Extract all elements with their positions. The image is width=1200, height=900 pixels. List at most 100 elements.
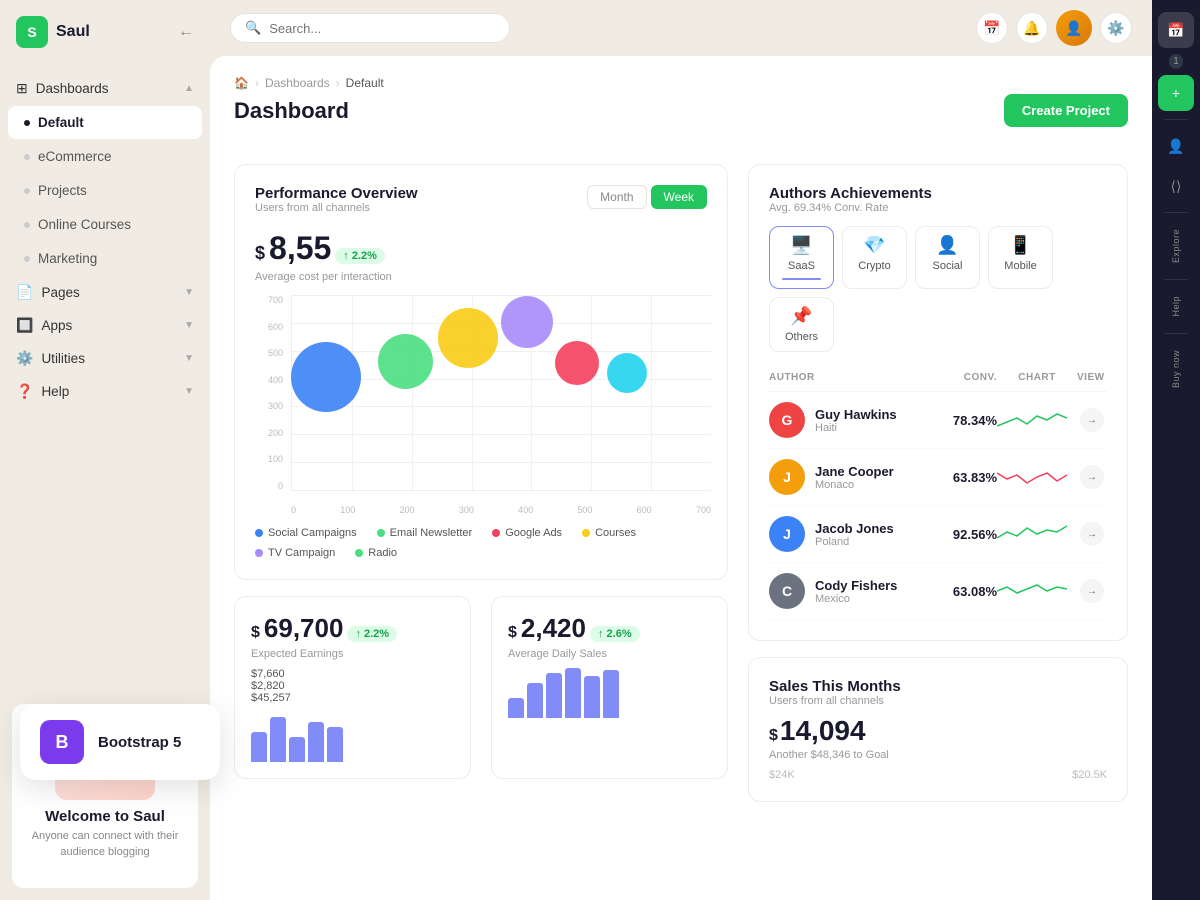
dashboards-icon: ⊞ — [16, 80, 28, 97]
right-bar-add[interactable]: + — [1158, 75, 1194, 111]
authors-sub: Avg. 69.34% Conv. Rate — [769, 202, 1107, 214]
bubble-yellow — [438, 308, 498, 368]
sales-bars — [508, 668, 711, 718]
chart-x-labels: 0100200300400500600700 — [291, 505, 711, 515]
sidebar-item-projects[interactable]: Projects — [8, 174, 202, 207]
sales-badge: ↑ 2.6% — [590, 626, 640, 642]
breadcrumb-home[interactable]: 🏠 — [234, 76, 249, 90]
right-bar-explore[interactable]: Explore — [1171, 221, 1181, 271]
view-btn-jacob[interactable]: → — [1080, 522, 1104, 546]
sidebar-item-help[interactable]: ❓ Help ▼ — [0, 375, 210, 408]
view-cody: → — [1077, 579, 1107, 603]
legend-tv: TV Campaign — [255, 547, 335, 559]
sparkline-cody — [997, 577, 1077, 605]
topbar-right: 📅 🔔 👤 ⚙️ — [976, 10, 1132, 46]
sidebar-item-ecommerce[interactable]: eCommerce — [8, 140, 202, 173]
legend-google: Google Ads — [492, 527, 562, 539]
create-project-button[interactable]: Create Project — [1004, 94, 1128, 127]
mobile-icon: 📱 — [1009, 235, 1031, 256]
cat-tab-mobile[interactable]: 📱 Mobile — [988, 226, 1053, 289]
sidebar-item-default[interactable]: Default — [8, 106, 202, 139]
earnings-badge: ↑ 2.2% — [347, 626, 397, 642]
topbar-calendar-btn[interactable]: 📅 — [976, 12, 1008, 44]
divider4 — [1164, 333, 1188, 334]
dot — [24, 154, 30, 160]
pages-icon: 📄 — [16, 284, 33, 301]
search-box[interactable]: 🔍 — [230, 13, 510, 43]
right-bar-calendar[interactable]: 📅 — [1158, 12, 1194, 48]
dashboards-chevron: ▲ — [184, 83, 194, 94]
legend-social: Social Campaigns — [255, 527, 357, 539]
topbar: 🔍 📅 🔔 👤 ⚙️ — [210, 0, 1152, 56]
sales-number: 14,094 — [780, 715, 866, 747]
sparkline-jacob — [997, 520, 1077, 548]
sidebar-footer-subtitle: Anyone can connect with their audience b… — [28, 829, 182, 860]
cat-tab-saas[interactable]: 🖥️ SaaS — [769, 226, 834, 289]
author-info-cody: Cody Fishers Mexico — [815, 578, 937, 605]
right-column: Authors Achievements Avg. 69.34% Conv. R… — [748, 164, 1128, 818]
app-logo: S — [16, 16, 48, 48]
view-btn-guy[interactable]: → — [1080, 408, 1104, 432]
chart-legend: Social Campaigns Email Newsletter Google… — [255, 527, 707, 559]
view-jane: → — [1077, 465, 1107, 489]
main-wrapper: 🔍 📅 🔔 👤 ⚙️ 🏠 › Dashboards › Default — [210, 0, 1152, 900]
right-bar-user[interactable]: 👤 — [1158, 128, 1194, 164]
legend-courses: Courses — [582, 527, 636, 539]
others-icon: 📌 — [790, 306, 812, 327]
sidebar-item-dashboards[interactable]: ⊞ Dashboards ▲ — [0, 72, 210, 105]
sales-number: 2,420 — [521, 613, 586, 644]
bubble-green — [378, 334, 433, 389]
metric-label: Average cost per interaction — [255, 271, 707, 283]
right-bar-code[interactable]: ⟨⟩ — [1158, 168, 1194, 204]
search-input[interactable] — [269, 21, 495, 36]
cat-tab-others[interactable]: 📌 Others — [769, 297, 834, 352]
utilities-chevron: ▼ — [184, 353, 194, 364]
earnings-value: $ 69,700 ↑ 2.2% — [251, 613, 454, 644]
sales-month-value: $ 14,094 — [769, 715, 1107, 747]
sidebar-item-online-courses[interactable]: Online Courses — [8, 208, 202, 241]
sparkline-guy — [997, 406, 1077, 434]
tab-month[interactable]: Month — [587, 185, 646, 209]
back-icon[interactable]: ← — [178, 23, 194, 41]
right-bar-buynow[interactable]: Buy now — [1171, 342, 1181, 396]
dashboards-label: Dashboards — [36, 81, 109, 96]
left-column: Performance Overview Users from all chan… — [234, 164, 728, 818]
breadcrumb-sep1: › — [255, 76, 259, 90]
breadcrumb-dashboards[interactable]: Dashboards — [265, 76, 330, 90]
saas-icon: 🖥️ — [790, 235, 812, 256]
sidebar-item-utilities[interactable]: ⚙️ Utilities ▼ — [0, 342, 210, 375]
author-row-guy: G Guy Hawkins Haiti 78.34% — [769, 392, 1107, 449]
category-tabs: 🖥️ SaaS 💎 Crypto 👤 Social — [769, 226, 1107, 352]
content-inner: 🏠 › Dashboards › Default Dashboard Creat… — [210, 56, 1152, 900]
right-bar-help[interactable]: Help — [1171, 288, 1181, 325]
sidebar-item-pages[interactable]: 📄 Pages ▼ — [0, 276, 210, 309]
tab-week[interactable]: Week — [651, 185, 707, 209]
crypto-icon: 💎 — [863, 235, 885, 256]
sales-card: Sales This Months Users from all channel… — [748, 657, 1128, 802]
sidebar-item-marketing[interactable]: Marketing — [8, 242, 202, 275]
cat-tab-social[interactable]: 👤 Social — [915, 226, 980, 289]
perf-title: Performance Overview — [255, 185, 418, 202]
sales-y-labels: $24K $20.5K — [769, 769, 1107, 781]
stats-row: $ 69,700 ↑ 2.2% Expected Earnings $7,660… — [234, 596, 728, 779]
cat-tab-crypto[interactable]: 💎 Crypto — [842, 226, 907, 289]
sidebar-header: S Saul ← — [0, 0, 210, 64]
view-btn-jane[interactable]: → — [1080, 465, 1104, 489]
legend-email: Email Newsletter — [377, 527, 473, 539]
metric-badge: ↑ 2.2% — [335, 248, 385, 264]
search-icon: 🔍 — [245, 20, 261, 36]
utilities-icon: ⚙️ — [16, 350, 33, 367]
topbar-bell-btn[interactable]: 🔔 — [1016, 12, 1048, 44]
bootstrap-overlay: B Bootstrap 5 — [20, 704, 220, 780]
view-btn-cody[interactable]: → — [1080, 579, 1104, 603]
sidebar-item-apps[interactable]: 🔲 Apps ▼ — [0, 309, 210, 342]
bubble-cyan — [607, 353, 647, 393]
right-bar-badge: 1 — [1169, 54, 1183, 69]
author-row-jacob: J Jacob Jones Poland 92.56% — [769, 506, 1107, 563]
page-title: Dashboard — [234, 98, 384, 124]
topbar-user-avatar[interactable]: 👤 — [1056, 10, 1092, 46]
sales-value: $ 2,420 ↑ 2.6% — [508, 613, 711, 644]
pages-chevron: ▼ — [184, 287, 194, 298]
topbar-settings-btn[interactable]: ⚙️ — [1100, 12, 1132, 44]
sales-title: Sales This Months — [769, 678, 1107, 695]
